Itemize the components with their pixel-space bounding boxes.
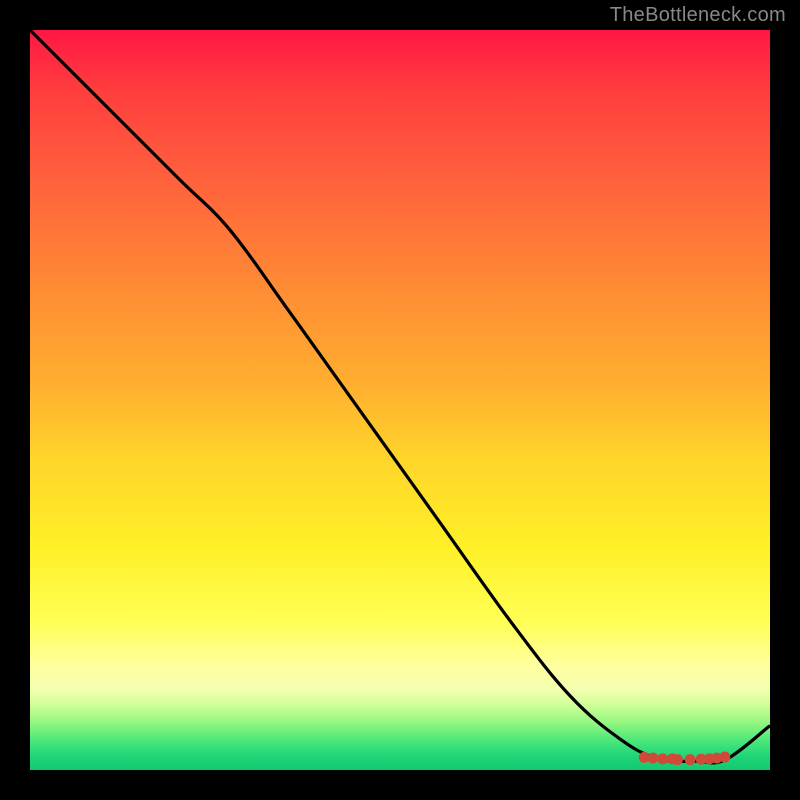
chart-area [30, 30, 770, 770]
optimal-dot [672, 754, 683, 765]
optimal-dots-cluster [639, 752, 731, 766]
optimal-dot [657, 753, 668, 764]
watermark-text: TheBottleneck.com [610, 4, 786, 27]
optimal-dot [719, 752, 730, 763]
optimal-dot [648, 753, 659, 764]
chart-svg [30, 30, 770, 770]
curve-line [30, 30, 770, 763]
optimal-dot [685, 754, 696, 765]
